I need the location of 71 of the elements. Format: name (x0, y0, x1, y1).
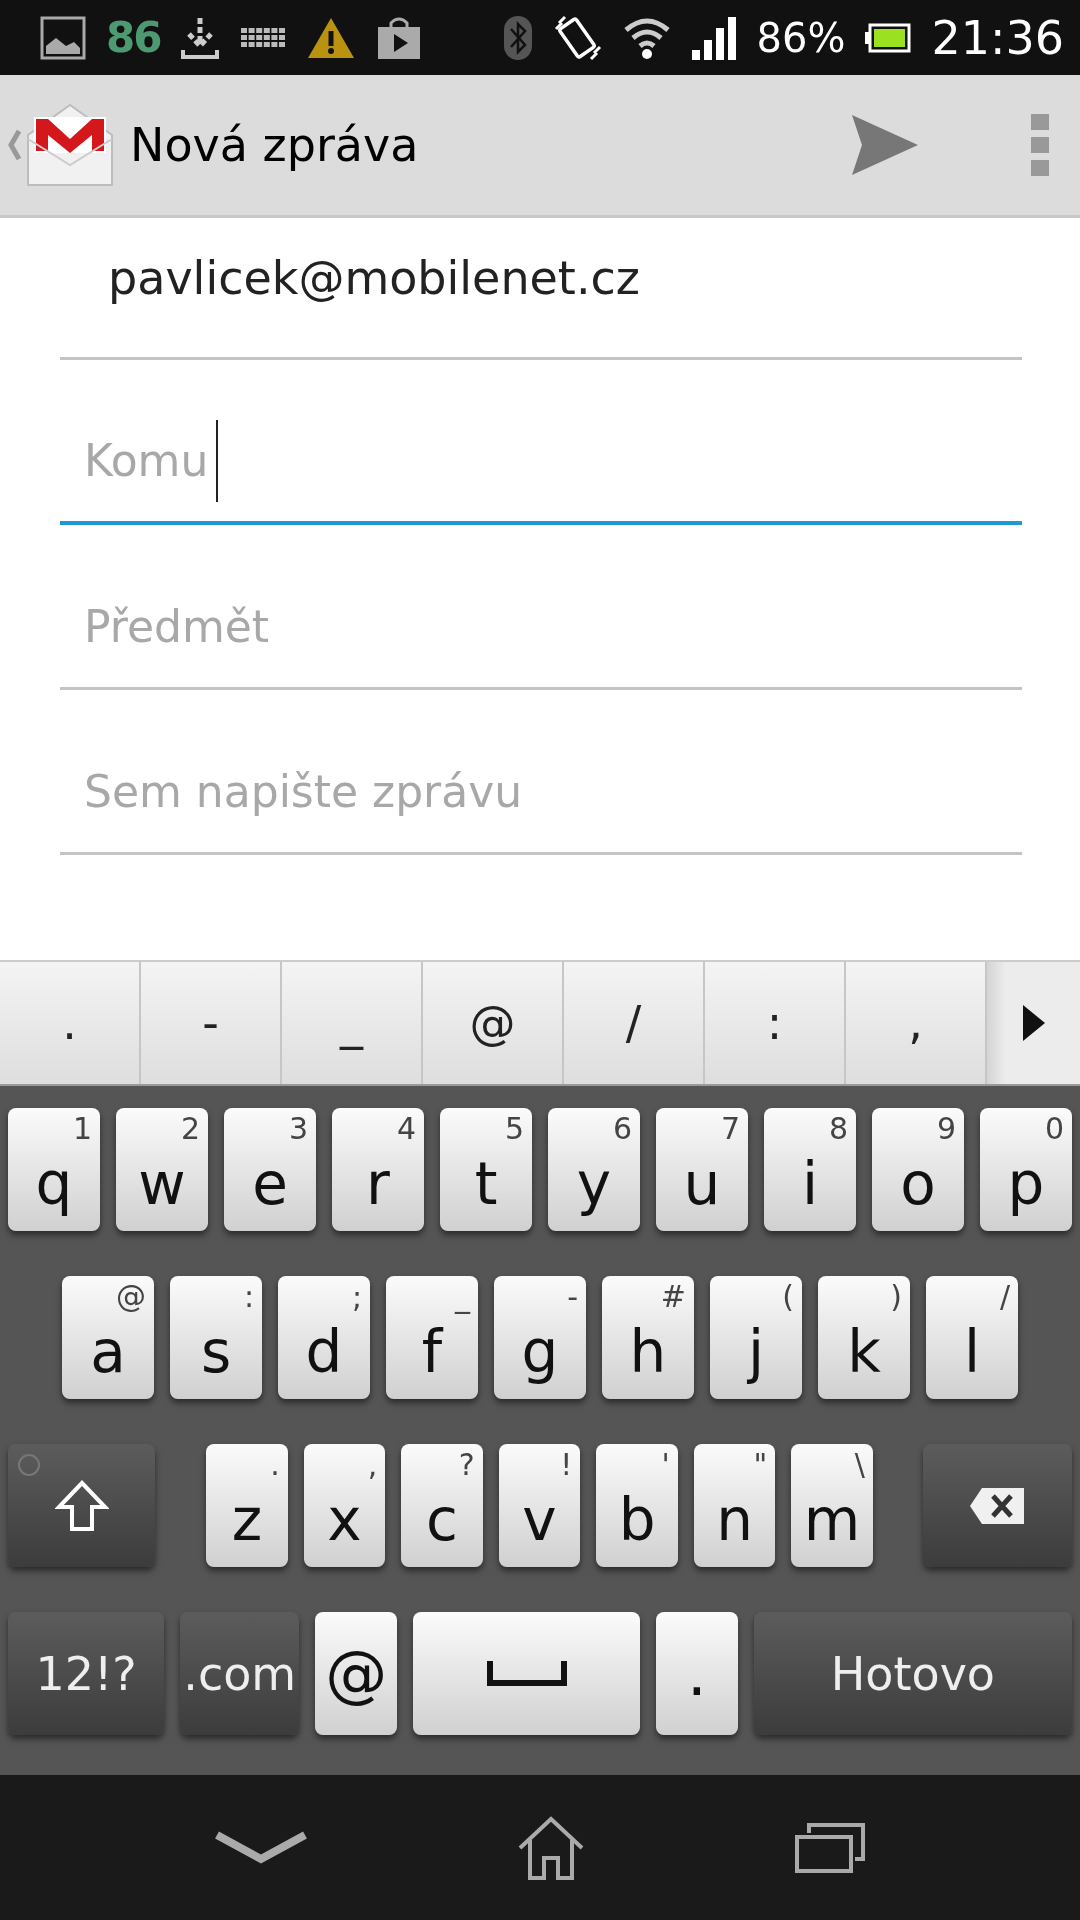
keyboard-key[interactable]: f _ (386, 1276, 478, 1399)
text-field[interactable]: Sem napište zprávu (60, 690, 1022, 855)
key-hint: 0 (1044, 1114, 1064, 1144)
keyboard-key[interactable]: d ; (278, 1276, 370, 1399)
key-hint: 6 (612, 1114, 632, 1144)
key-hint: 1 (72, 1114, 92, 1144)
keyboard-key[interactable]: k ) (818, 1276, 910, 1399)
keyboard-key[interactable]: m \ (791, 1444, 873, 1567)
suggestion-key[interactable]: : (705, 962, 846, 1084)
key-hint: / (999, 1282, 1010, 1312)
keyboard-key[interactable]: h # (602, 1276, 694, 1399)
keyboard-key[interactable]: .com (180, 1612, 300, 1735)
keyboard-key[interactable]: b ' (596, 1444, 678, 1567)
suggestion-key[interactable]: @ (423, 962, 564, 1084)
key-hint: ' (661, 1450, 670, 1480)
clock: 21:36 (931, 10, 1064, 65)
key-hint: _ (455, 1282, 470, 1312)
keyboard-key[interactable]: x , (303, 1444, 386, 1567)
key-hint: ; (351, 1282, 362, 1312)
keyboard-key[interactable]: a @ (62, 1276, 154, 1399)
key-hint: 7 (720, 1114, 740, 1144)
keyboard-key[interactable]: w 2 (116, 1108, 208, 1231)
text-field[interactable]: Předmět (60, 525, 1022, 690)
sender-address: pavlicek@mobilenet.cz (108, 250, 640, 305)
keyboard-key[interactable]: 12!? (8, 1612, 165, 1735)
keyboard-key[interactable]: p 0 (980, 1108, 1072, 1231)
key-hint: ) (890, 1282, 902, 1312)
key-hint: , (367, 1450, 378, 1480)
suggestion-key[interactable]: _ (282, 962, 423, 1084)
key-hint: 5 (504, 1114, 524, 1144)
key-hint: 2 (180, 1114, 200, 1144)
keyboard-key[interactable]: Hotovo (753, 1612, 1072, 1735)
keyboard-key[interactable]: e 3 (224, 1108, 316, 1231)
keyboard-key[interactable]: t 5 (440, 1108, 532, 1231)
keyboard-key[interactable]: o 9 (872, 1108, 964, 1231)
keyboard-key[interactable]: y 6 (548, 1108, 640, 1231)
keyboard-key[interactable]: l / (926, 1276, 1018, 1399)
key-hint: " (753, 1450, 768, 1480)
keyboard-key[interactable]: g - (494, 1276, 586, 1399)
key-hint: - (567, 1282, 578, 1312)
keyboard-key[interactable]: r 4 (332, 1108, 424, 1231)
text-field[interactable]: Komu (60, 360, 1022, 525)
key-hint: . (270, 1450, 280, 1480)
key-hint: ( (782, 1282, 794, 1312)
suggestion-key[interactable]: / (564, 962, 705, 1084)
keyboard-key[interactable]: v ! (498, 1444, 581, 1567)
key-hint: ! (560, 1450, 573, 1480)
key-hint: 4 (396, 1114, 416, 1144)
key-hint: @ (116, 1282, 146, 1312)
key-hint: 9 (936, 1114, 956, 1144)
keyboard-key[interactable]: s : (170, 1276, 262, 1399)
battery-percent: 86% (756, 14, 846, 61)
keyboard-key[interactable]: j ( (710, 1276, 802, 1399)
keyboard-key[interactable]: . (655, 1612, 738, 1735)
keyboard-key[interactable]: q 1 (8, 1108, 100, 1231)
key-hint: : (243, 1282, 254, 1312)
key-hint: \ (854, 1450, 865, 1480)
keyboard-key[interactable]: z . (206, 1444, 288, 1567)
key-hint: 8 (828, 1114, 848, 1144)
screen-title: Nová zpráva (130, 118, 420, 172)
suggestion-key[interactable]: . (0, 962, 141, 1084)
keyboard-key[interactable]: n " (693, 1444, 776, 1567)
keyboard-key[interactable]: u 7 (656, 1108, 748, 1231)
key-hint: 3 (288, 1114, 308, 1144)
suggestion-key[interactable]: - (141, 962, 282, 1084)
notification-count: 86 (106, 13, 161, 62)
keyboard-key[interactable]: i 8 (764, 1108, 856, 1231)
keyboard-key[interactable]: c ? (401, 1444, 483, 1567)
keyboard-key[interactable]: @ (315, 1612, 398, 1735)
key-hint: ? (458, 1450, 475, 1480)
key-hint: # (660, 1282, 686, 1312)
